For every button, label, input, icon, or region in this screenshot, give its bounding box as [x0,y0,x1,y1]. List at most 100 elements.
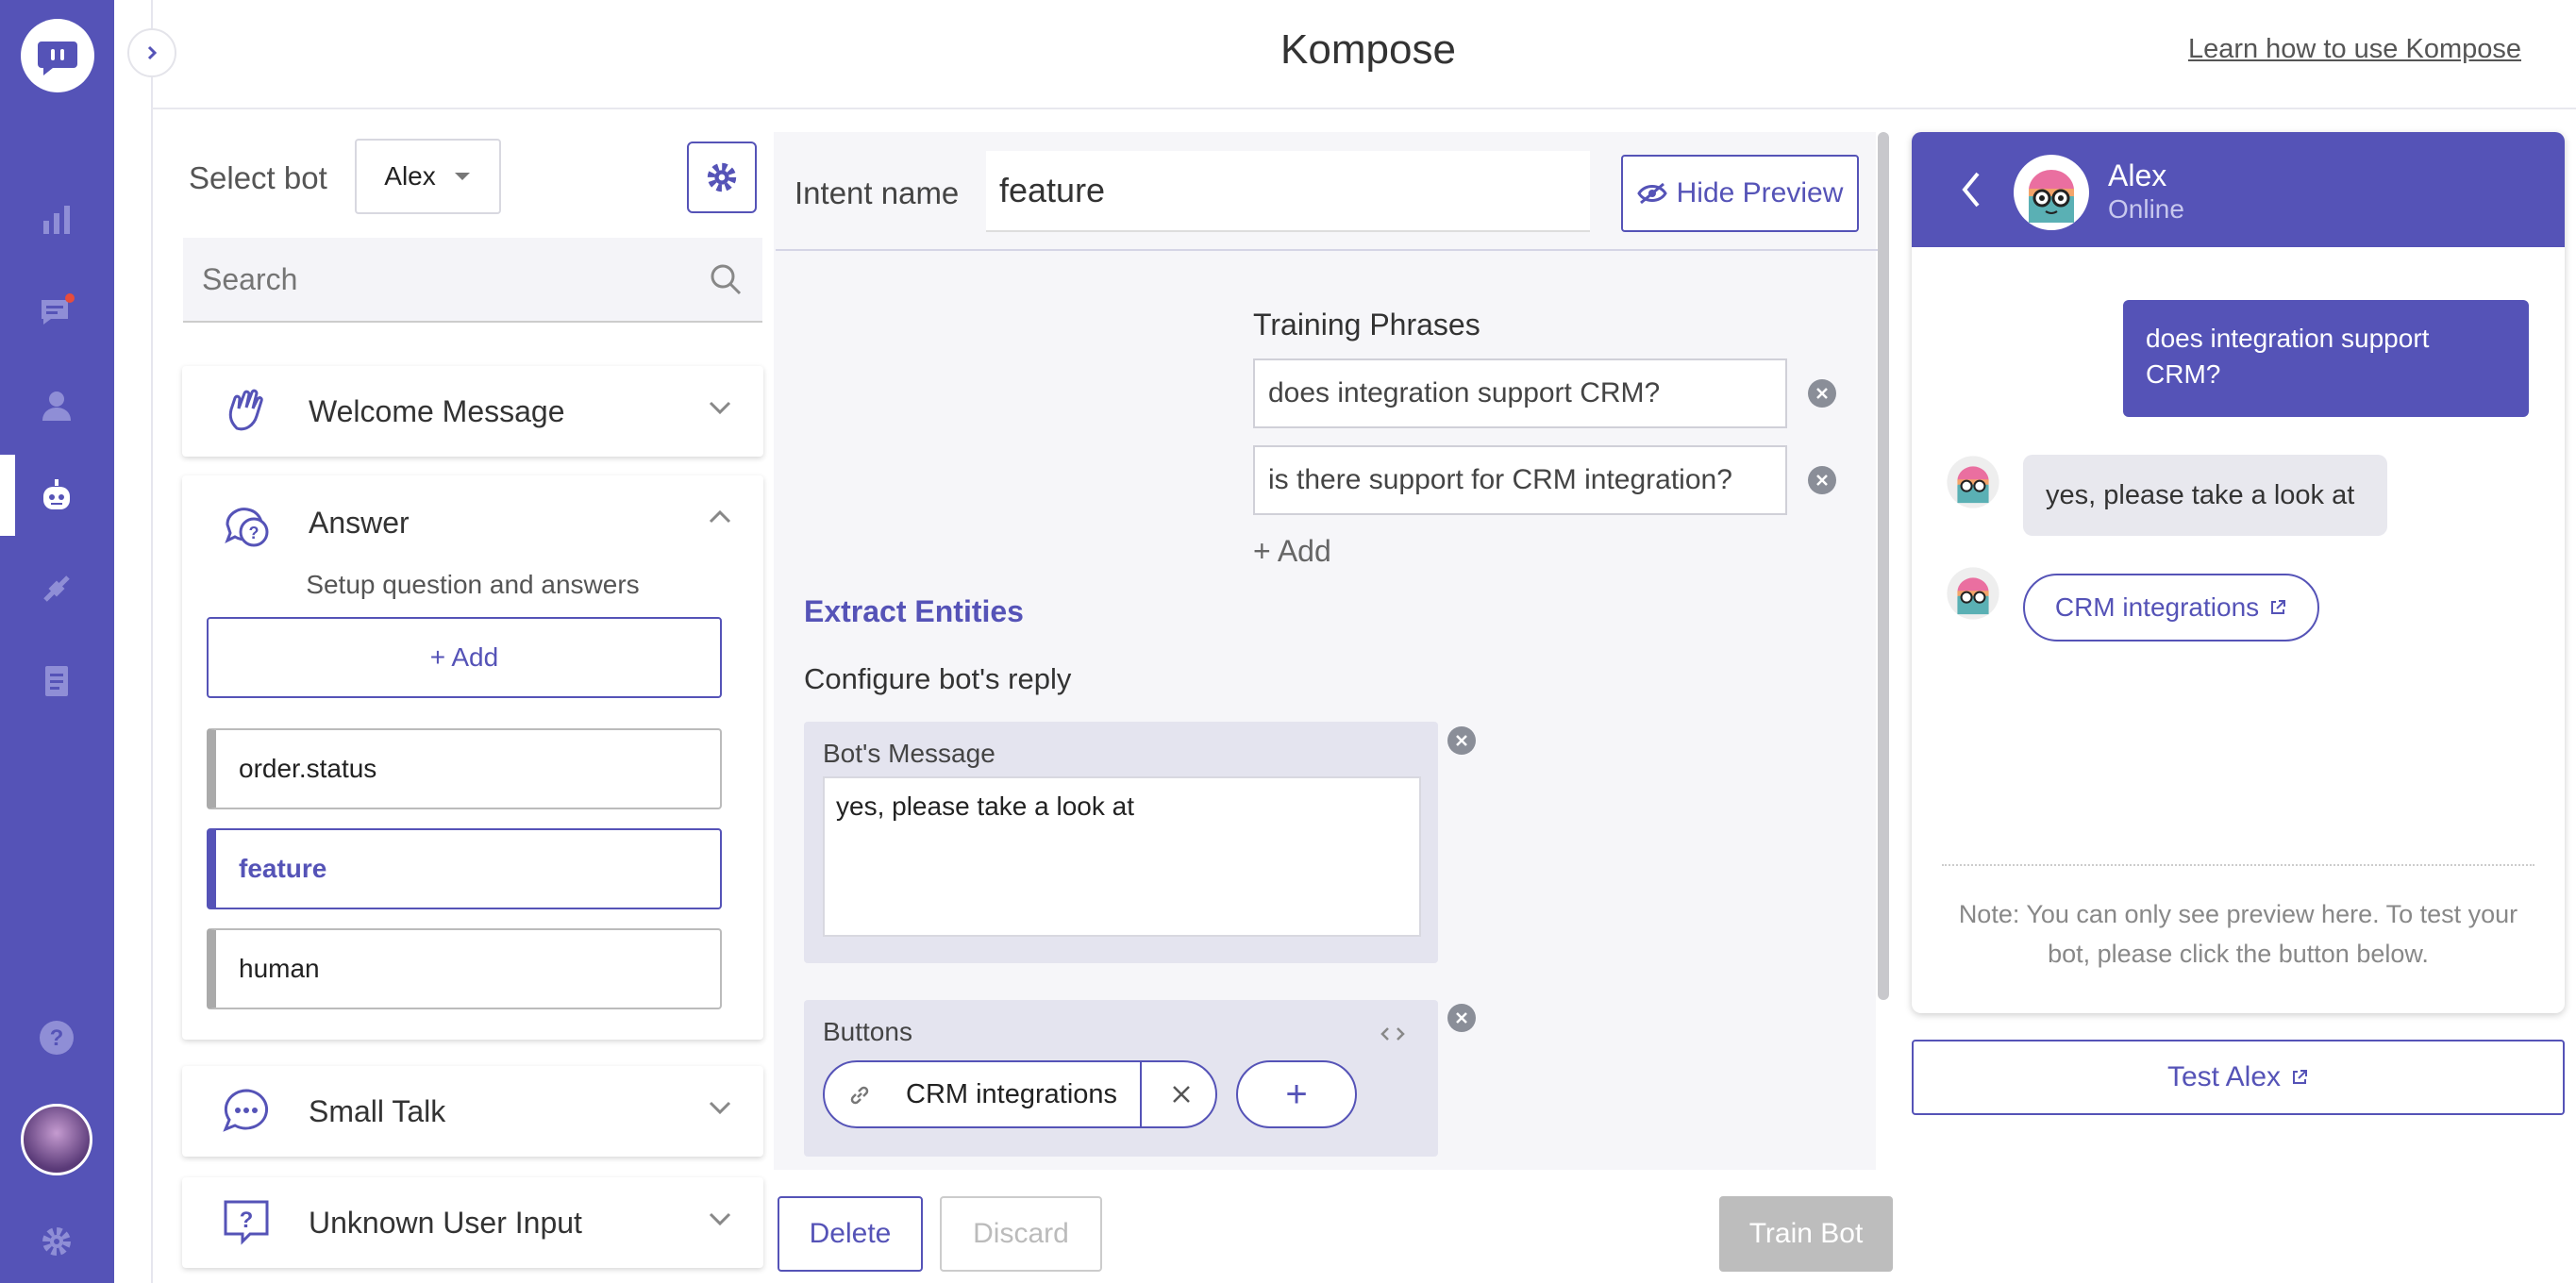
search-input[interactable] [202,261,693,297]
add-phrase-button[interactable]: + Add [1253,534,1331,569]
test-bot-label: Test Alex [2166,1061,2282,1092]
integrations-icon[interactable] [28,560,85,617]
chat-preview: Alex Online does integration support CRM… [1912,132,2565,1013]
external-link-icon [2293,1070,2308,1084]
svg-text:?: ? [240,1208,254,1233]
buttons-block: Buttons CRM integrations + [804,1000,1438,1157]
chip-divider [1140,1062,1142,1126]
section-answer-subtitle: Setup question and answers [306,570,640,599]
section-small-talk[interactable]: Small Talk [182,1066,763,1157]
settings-icon[interactable] [28,1213,85,1270]
bot-message-textarea[interactable]: yes, please take a look at [823,776,1421,937]
back-arrow-icon[interactable] [1959,170,1983,209]
bot-link-label: CRM integrations [2054,592,2260,622]
preview-header: Alex Online [1912,132,2565,247]
bot-select[interactable]: Alex [355,139,501,214]
search-icon[interactable] [708,261,744,297]
bar-chart-icon[interactable] [28,191,85,247]
buttons-label: Buttons [823,1017,912,1046]
close-icon [1456,735,1467,746]
panel-divider [151,0,153,1283]
bot-link-button[interactable]: CRM integrations [2023,574,2319,642]
expand-sidebar-button[interactable] [127,28,176,77]
section-unknown-input[interactable]: ? Unknown User Input [182,1177,763,1268]
select-bot-label: Select bot [189,160,327,195]
add-intent-button[interactable]: + Add [207,617,722,698]
close-icon[interactable] [1170,1083,1193,1106]
section-answer: ? Answer Setup question and answers + Ad… [182,475,763,1040]
button-chip[interactable]: CRM integrations [823,1060,1217,1128]
extract-entities-link[interactable]: Extract Entities [804,594,1024,629]
training-phrase-input[interactable]: does integration support CRM? [1253,358,1787,428]
chevron-down-icon [709,1212,731,1226]
wave-hand-icon [228,389,263,431]
intent-item-order-status[interactable]: order.status [207,728,722,809]
active-indicator [0,455,15,536]
external-link-icon [2271,600,2286,614]
note-divider [1942,864,2534,866]
section-answer-label: Answer [309,506,410,540]
section-answer-header[interactable]: ? Answer [182,475,763,566]
chat-logo-icon[interactable] [21,19,94,92]
preview-status: Online [2108,194,2184,224]
chevron-down-icon [709,1101,731,1115]
train-bot-button[interactable]: Train Bot [1719,1196,1893,1272]
help-icon[interactable]: ? [28,1009,85,1066]
delete-button[interactable]: Delete [778,1196,923,1272]
section-unknown-label: Unknown User Input [309,1206,582,1240]
bot-settings-button[interactable] [687,142,757,213]
bot-message-label: Bot's Message [823,739,995,768]
bot-avatar [2014,155,2089,230]
remove-buttons-button[interactable] [1447,1004,1476,1032]
training-phrase-input[interactable]: is there support for CRM integration? [1253,445,1787,515]
page-title: Kompose [1280,26,1456,73]
user-message-bubble: does integration support CRM? [2123,300,2529,417]
header-divider [151,108,2576,109]
preview-bot-name: Alex [2108,158,2167,192]
close-icon [1816,475,1828,486]
bot-message-bubble: yes, please take a look at [2023,455,2387,536]
avatar[interactable] [21,1104,92,1175]
intent-name-label: Intent name [795,175,960,210]
code-icon[interactable] [1380,1025,1406,1043]
close-icon [1816,388,1828,399]
caret-down-icon [454,173,470,180]
training-phrases-label: Training Phrases [1253,308,1480,342]
discard-button[interactable]: Discard [940,1196,1102,1272]
learn-link[interactable]: Learn how to use Kompose [2170,34,2521,65]
button-chip-label: CRM integrations [906,1079,1118,1109]
remove-phrase-button[interactable] [1808,379,1836,408]
hide-preview-label: Hide Preview [1676,177,1844,208]
add-button-button[interactable]: + [1236,1060,1357,1128]
section-small-talk-label: Small Talk [309,1094,446,1128]
bot-avatar [1947,567,1999,620]
hide-preview-button[interactable]: Hide Preview [1621,155,1859,232]
remove-message-button[interactable] [1447,726,1476,755]
bot-icon[interactable] [28,468,85,525]
intent-item-human[interactable]: human [207,928,722,1009]
close-icon [1456,1012,1467,1024]
question-bubble-icon: ? [225,508,269,547]
gear-icon [707,162,737,192]
chat-dots-icon [223,1089,269,1132]
chevron-down-icon [709,401,731,415]
section-welcome-label: Welcome Message [309,394,565,428]
eye-slash-icon [1636,182,1667,205]
chevron-up-icon [709,509,731,524]
intent-name-input[interactable] [986,151,1590,232]
docs-icon[interactable] [28,653,85,709]
intent-item-feature[interactable]: feature [207,828,722,909]
editor-divider [776,249,1878,251]
test-bot-button[interactable]: Test Alex [1912,1040,2565,1115]
chevron-right-icon [147,45,158,60]
svg-text:?: ? [249,524,259,542]
bot-select-value: Alex [384,161,436,191]
bot-avatar [1947,456,1999,508]
users-icon[interactable] [28,377,85,434]
section-welcome[interactable]: Welcome Message [182,366,763,457]
configure-reply-heading: Configure bot's reply [804,662,1072,695]
bot-message-block: Bot's Message yes, please take a look at [804,722,1438,963]
editor-scrollbar[interactable] [1878,132,1889,1000]
conversations-icon[interactable] [28,283,85,340]
remove-phrase-button[interactable] [1808,466,1836,494]
